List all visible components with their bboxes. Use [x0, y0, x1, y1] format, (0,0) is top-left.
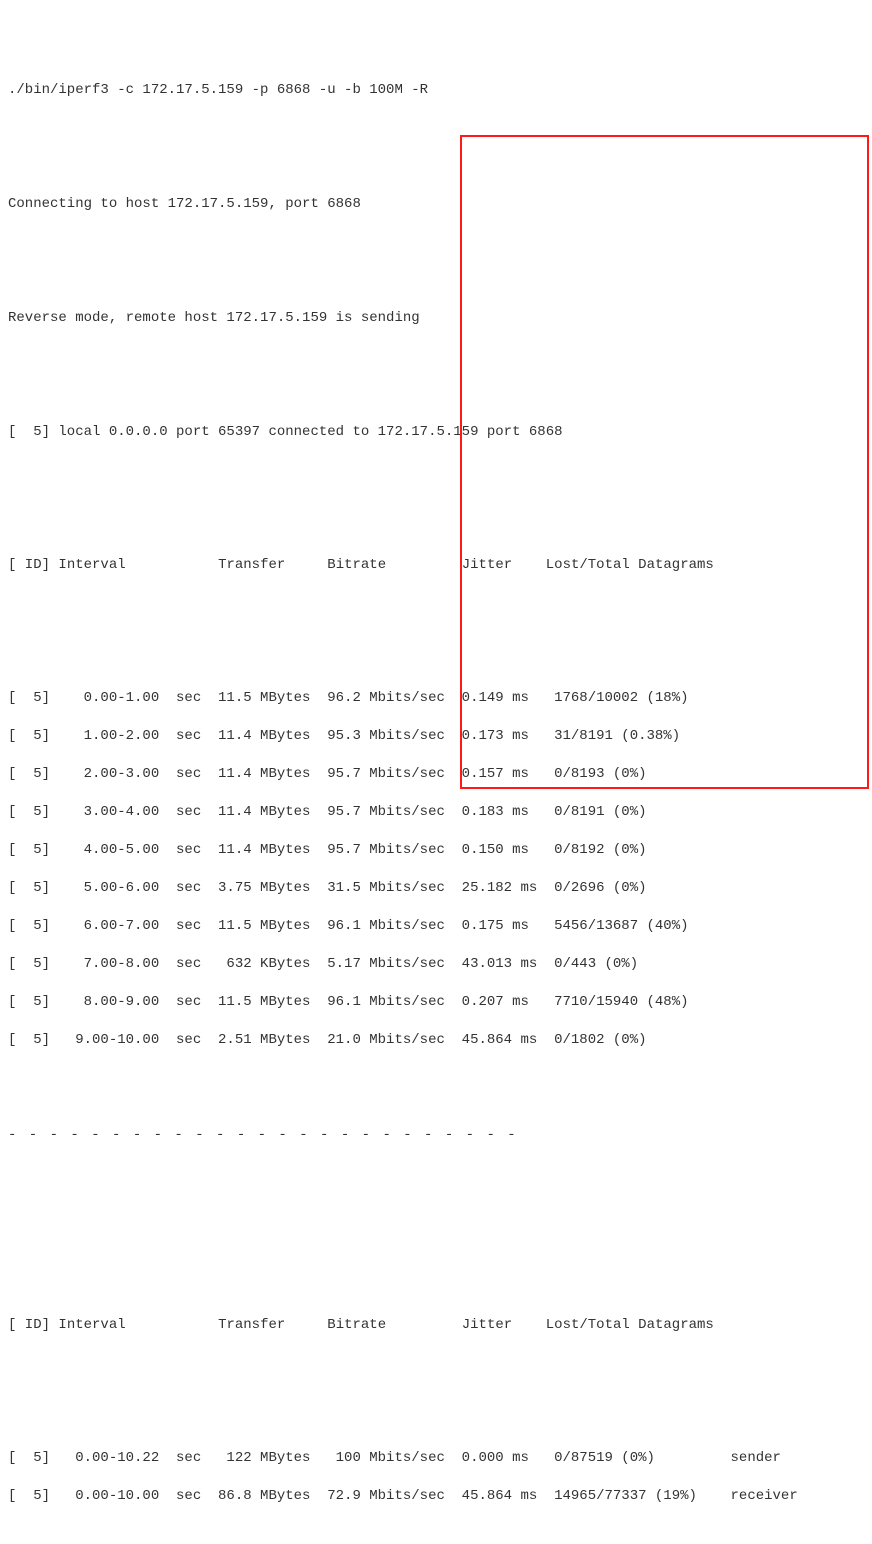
- reverse-mode-line: Reverse mode, remote host 172.17.5.159 i…: [8, 309, 864, 328]
- divider-line: - - - - - - - - - - - - - - - - - - - - …: [8, 1126, 864, 1145]
- connecting-line: Connecting to host 172.17.5.159, port 68…: [8, 195, 864, 214]
- interval-row: [ 5] 6.00-7.00 sec 11.5 MBytes 96.1 Mbit…: [8, 917, 864, 936]
- command-line: ./bin/iperf3 -c 172.17.5.159 -p 6868 -u …: [8, 81, 864, 100]
- terminal-output: ./bin/iperf3 -c 172.17.5.159 -p 6868 -u …: [0, 0, 872, 787]
- header-row: [ ID] Interval Transfer Bitrate Jitter L…: [8, 1316, 864, 1335]
- interval-row: [ 5] 2.00-3.00 sec 11.4 MBytes 95.7 Mbit…: [8, 765, 864, 784]
- interval-row: [ 5] 4.00-5.00 sec 11.4 MBytes 95.7 Mbit…: [8, 841, 864, 860]
- interval-row: [ 5] 8.00-9.00 sec 11.5 MBytes 96.1 Mbit…: [8, 993, 864, 1012]
- summary-row: [ 5] 0.00-10.00 sec 86.8 MBytes 72.9 Mbi…: [8, 1487, 864, 1506]
- summary-row: [ 5] 0.00-10.22 sec 122 MBytes 100 Mbits…: [8, 1449, 864, 1468]
- interval-row: [ 5] 1.00-2.00 sec 11.4 MBytes 95.3 Mbit…: [8, 727, 864, 746]
- interval-row: [ 5] 9.00-10.00 sec 2.51 MBytes 21.0 Mbi…: [8, 1031, 864, 1050]
- interval-row: [ 5] 5.00-6.00 sec 3.75 MBytes 31.5 Mbit…: [8, 879, 864, 898]
- header-row: [ ID] Interval Transfer Bitrate Jitter L…: [8, 556, 864, 575]
- interval-row: [ 5] 0.00-1.00 sec 11.5 MBytes 96.2 Mbit…: [8, 689, 864, 708]
- interval-row: [ 5] 7.00-8.00 sec 632 KBytes 5.17 Mbits…: [8, 955, 864, 974]
- local-conn-line: [ 5] local 0.0.0.0 port 65397 connected …: [8, 423, 864, 442]
- interval-row: [ 5] 3.00-4.00 sec 11.4 MBytes 95.7 Mbit…: [8, 803, 864, 822]
